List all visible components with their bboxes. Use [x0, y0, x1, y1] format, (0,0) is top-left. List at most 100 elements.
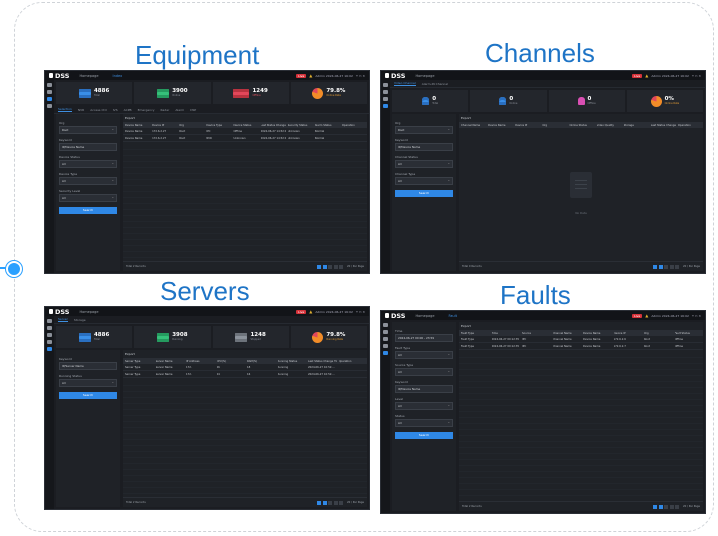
- page-button[interactable]: [664, 264, 669, 269]
- page-button[interactable]: [333, 500, 338, 505]
- page-button[interactable]: [653, 264, 658, 269]
- page-button[interactable]: [658, 264, 663, 269]
- tab-homepage[interactable]: Homepage: [415, 314, 434, 318]
- search-button[interactable]: Search: [59, 207, 117, 214]
- page-button[interactable]: [669, 504, 674, 509]
- channel-icon[interactable]: [47, 340, 52, 344]
- search-button[interactable]: Search: [395, 190, 453, 197]
- page-button[interactable]: [675, 504, 680, 509]
- menu-icon[interactable]: [47, 83, 52, 87]
- page-button[interactable]: [653, 504, 658, 509]
- subtab-4[interactable]: ACPB: [124, 108, 132, 112]
- fault-icon[interactable]: [383, 351, 388, 355]
- equipment-icon[interactable]: [47, 97, 52, 101]
- type-select[interactable]: All: [59, 177, 117, 185]
- window-controls[interactable]: ━ ▭ ✕: [356, 74, 365, 78]
- subtab-1[interactable]: NVR: [78, 108, 84, 112]
- refresh-icon[interactable]: [47, 90, 52, 94]
- org-select[interactable]: Root: [395, 126, 453, 134]
- live-badge[interactable]: Live: [632, 313, 643, 318]
- subtab-7[interactable]: Alarm: [175, 108, 184, 112]
- status-select[interactable]: All: [59, 379, 117, 387]
- export-button[interactable]: Export: [123, 114, 367, 122]
- tab-alarm-in-channel[interactable]: Alarm-IN Channel: [422, 82, 448, 86]
- subtab-8[interactable]: DSP: [190, 108, 196, 112]
- window-controls[interactable]: ━ ▭ ✕: [692, 314, 701, 318]
- keyword-input[interactable]: IP/Device Name: [59, 143, 117, 151]
- page-button[interactable]: [328, 500, 333, 505]
- source-type-select[interactable]: All: [395, 368, 453, 376]
- menu-icon[interactable]: [383, 323, 388, 327]
- page-size-select[interactable]: 20 / Per Page: [347, 265, 364, 268]
- search-button[interactable]: Search: [395, 432, 453, 439]
- equipment-icon[interactable]: [383, 97, 388, 101]
- page-button[interactable]: [339, 264, 344, 269]
- live-badge[interactable]: Live: [632, 73, 643, 78]
- org-select[interactable]: Root: [59, 126, 117, 134]
- page-button[interactable]: [675, 264, 680, 269]
- search-button[interactable]: Search: [59, 392, 117, 399]
- menu-icon[interactable]: [47, 319, 52, 323]
- tab-homepage[interactable]: Homepage: [79, 310, 98, 314]
- tab-video-channel[interactable]: Video Channel: [394, 81, 416, 86]
- page-button[interactable]: [328, 264, 333, 269]
- page-button[interactable]: [669, 264, 674, 269]
- keyword-input[interactable]: IP/Server Name: [59, 362, 117, 370]
- status-select[interactable]: All: [395, 419, 453, 427]
- keyword-input[interactable]: IP/Device Name: [395, 143, 453, 151]
- page-button[interactable]: [339, 500, 344, 505]
- page-button[interactable]: [322, 264, 327, 269]
- refresh-icon[interactable]: [383, 330, 388, 334]
- subtab-0[interactable]: Selection: [58, 107, 72, 112]
- warning-icon[interactable]: ▲: [309, 309, 312, 314]
- status-select[interactable]: All: [395, 160, 453, 168]
- server-icon[interactable]: [47, 347, 52, 351]
- table-row[interactable]: Fault Type 2024-06-27 09:12:35 IPC Channel …: [459, 343, 703, 350]
- export-button[interactable]: Export: [459, 114, 703, 122]
- live-badge[interactable]: Live: [296, 309, 307, 314]
- live-badge[interactable]: Live: [296, 73, 307, 78]
- subtab-6[interactable]: Radar: [161, 108, 170, 112]
- window-controls[interactable]: ━ ▭ ✕: [692, 74, 701, 78]
- security-select[interactable]: All: [59, 194, 117, 202]
- table-row[interactable]: Server Type Server Name 172. 26 18 Running 202…: [123, 364, 367, 371]
- tab-storage[interactable]: Storage: [74, 318, 86, 322]
- page-size-select[interactable]: 20 / Per Page: [347, 501, 364, 504]
- type-select[interactable]: All: [395, 177, 453, 185]
- refresh-icon[interactable]: [47, 326, 52, 330]
- status-select[interactable]: All: [59, 160, 117, 168]
- tab-fault[interactable]: Fault: [449, 314, 457, 318]
- time-range-input[interactable]: 2024-06-27 00:00 - 23:59: [395, 334, 453, 342]
- page-size-select[interactable]: 20 / Per Page: [683, 505, 700, 508]
- channel-icon[interactable]: [383, 344, 388, 348]
- menu-icon[interactable]: [383, 83, 388, 87]
- subtab-5[interactable]: Emergency: [138, 108, 155, 112]
- export-button[interactable]: Export: [459, 322, 703, 330]
- tab-index[interactable]: Index: [113, 74, 123, 78]
- table-row[interactable]: Device Name 172.6.2.27 Root NVR Unknown 2024-…: [123, 135, 367, 142]
- server-icon[interactable]: [47, 104, 52, 108]
- page-button[interactable]: [317, 500, 322, 505]
- tab-server[interactable]: Server: [58, 317, 68, 322]
- table-row[interactable]: Fault Type 2024-06-27 09:12:35 IPC Channel …: [459, 336, 703, 343]
- warning-icon[interactable]: ▲: [645, 73, 648, 78]
- table-row[interactable]: Device Name 172.6.2.27 Root IPC Offline 2024-…: [123, 128, 367, 135]
- page-size-select[interactable]: 20 / Per Page: [683, 265, 700, 268]
- tab-homepage[interactable]: Homepage: [415, 74, 434, 78]
- subtab-3[interactable]: IVS: [113, 108, 118, 112]
- equipment-icon[interactable]: [47, 333, 52, 337]
- refresh-icon[interactable]: [383, 90, 388, 94]
- equipment-icon[interactable]: [383, 337, 388, 341]
- warning-icon[interactable]: ▲: [645, 313, 648, 318]
- page-button[interactable]: [322, 500, 327, 505]
- tab-homepage[interactable]: Homepage: [79, 74, 98, 78]
- page-button[interactable]: [333, 264, 338, 269]
- subtab-2[interactable]: Access Ctrl: [90, 108, 107, 112]
- page-button[interactable]: [658, 504, 663, 509]
- keyword-input[interactable]: IP/Device Name: [395, 385, 453, 393]
- level-select[interactable]: All: [395, 402, 453, 410]
- page-button[interactable]: [664, 504, 669, 509]
- warning-icon[interactable]: ▲: [309, 73, 312, 78]
- export-button[interactable]: Export: [123, 350, 367, 358]
- page-button[interactable]: [317, 264, 322, 269]
